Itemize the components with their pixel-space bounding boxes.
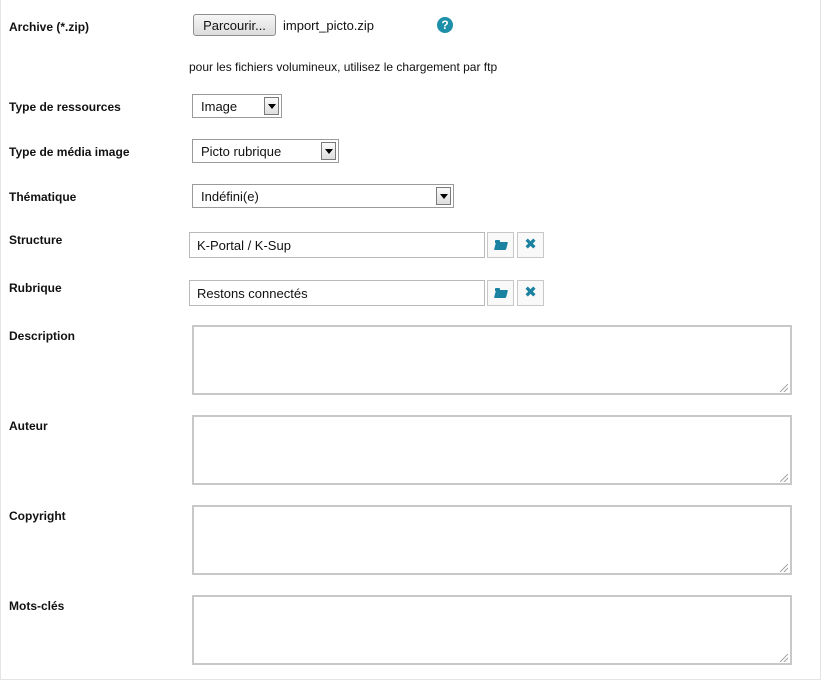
description-textarea[interactable] [192,325,792,395]
structure-field[interactable]: K-Portal / K-Sup [189,232,485,258]
type-media-value: Picto rubrique [201,144,282,159]
ftp-hint: pour les fichiers volumineux, utilisez l… [189,60,498,74]
type-media-select[interactable]: Picto rubrique [192,139,339,163]
resize-grip-icon[interactable] [780,474,788,482]
archive-label: Archive (*.zip) [9,20,90,34]
selected-filename: import_picto.zip [283,18,375,33]
close-icon: ✖ [524,284,537,301]
rubrique-label: Rubrique [9,281,62,295]
structure-value: K-Portal / K-Sup [197,238,291,253]
copyright-label: Copyright [9,509,66,523]
type-media-label: Type de média image [9,145,130,159]
auteur-label: Auteur [9,419,48,433]
type-ressources-label: Type de ressources [9,100,121,114]
resize-grip-icon[interactable] [780,564,788,572]
form-frame: Archive (*.zip) Parcourir... import_pict… [0,0,821,680]
copyright-textarea[interactable] [192,505,792,575]
folder-open-icon [495,240,507,250]
browse-button[interactable]: Parcourir... [193,14,276,36]
chevron-down-icon[interactable] [264,97,279,115]
rubrique-browse-button[interactable] [487,280,514,306]
help-icon[interactable]: ? [437,17,453,33]
rubrique-value: Restons connectés [197,286,308,301]
thematique-value: Indéfini(e) [201,189,259,204]
rubrique-field[interactable]: Restons connectés [189,280,485,306]
close-icon: ✖ [524,236,537,253]
chevron-down-icon[interactable] [436,187,451,205]
type-ressources-select[interactable]: Image [192,94,282,118]
chevron-down-icon[interactable] [321,142,336,160]
resize-grip-icon[interactable] [780,654,788,662]
structure-browse-button[interactable] [487,232,514,258]
structure-clear-button[interactable]: ✖ [517,232,544,258]
thematique-label: Thématique [9,190,77,204]
description-label: Description [9,329,76,343]
thematique-select[interactable]: Indéfini(e) [192,184,454,208]
auteur-textarea[interactable] [192,415,792,485]
folder-open-icon [495,288,507,298]
resize-grip-icon[interactable] [780,384,788,392]
mots-cles-textarea[interactable] [192,595,792,665]
type-ressources-value: Image [201,99,238,114]
rubrique-clear-button[interactable]: ✖ [517,280,544,306]
structure-label: Structure [9,233,63,247]
mots-cles-label: Mots-clés [9,599,65,613]
